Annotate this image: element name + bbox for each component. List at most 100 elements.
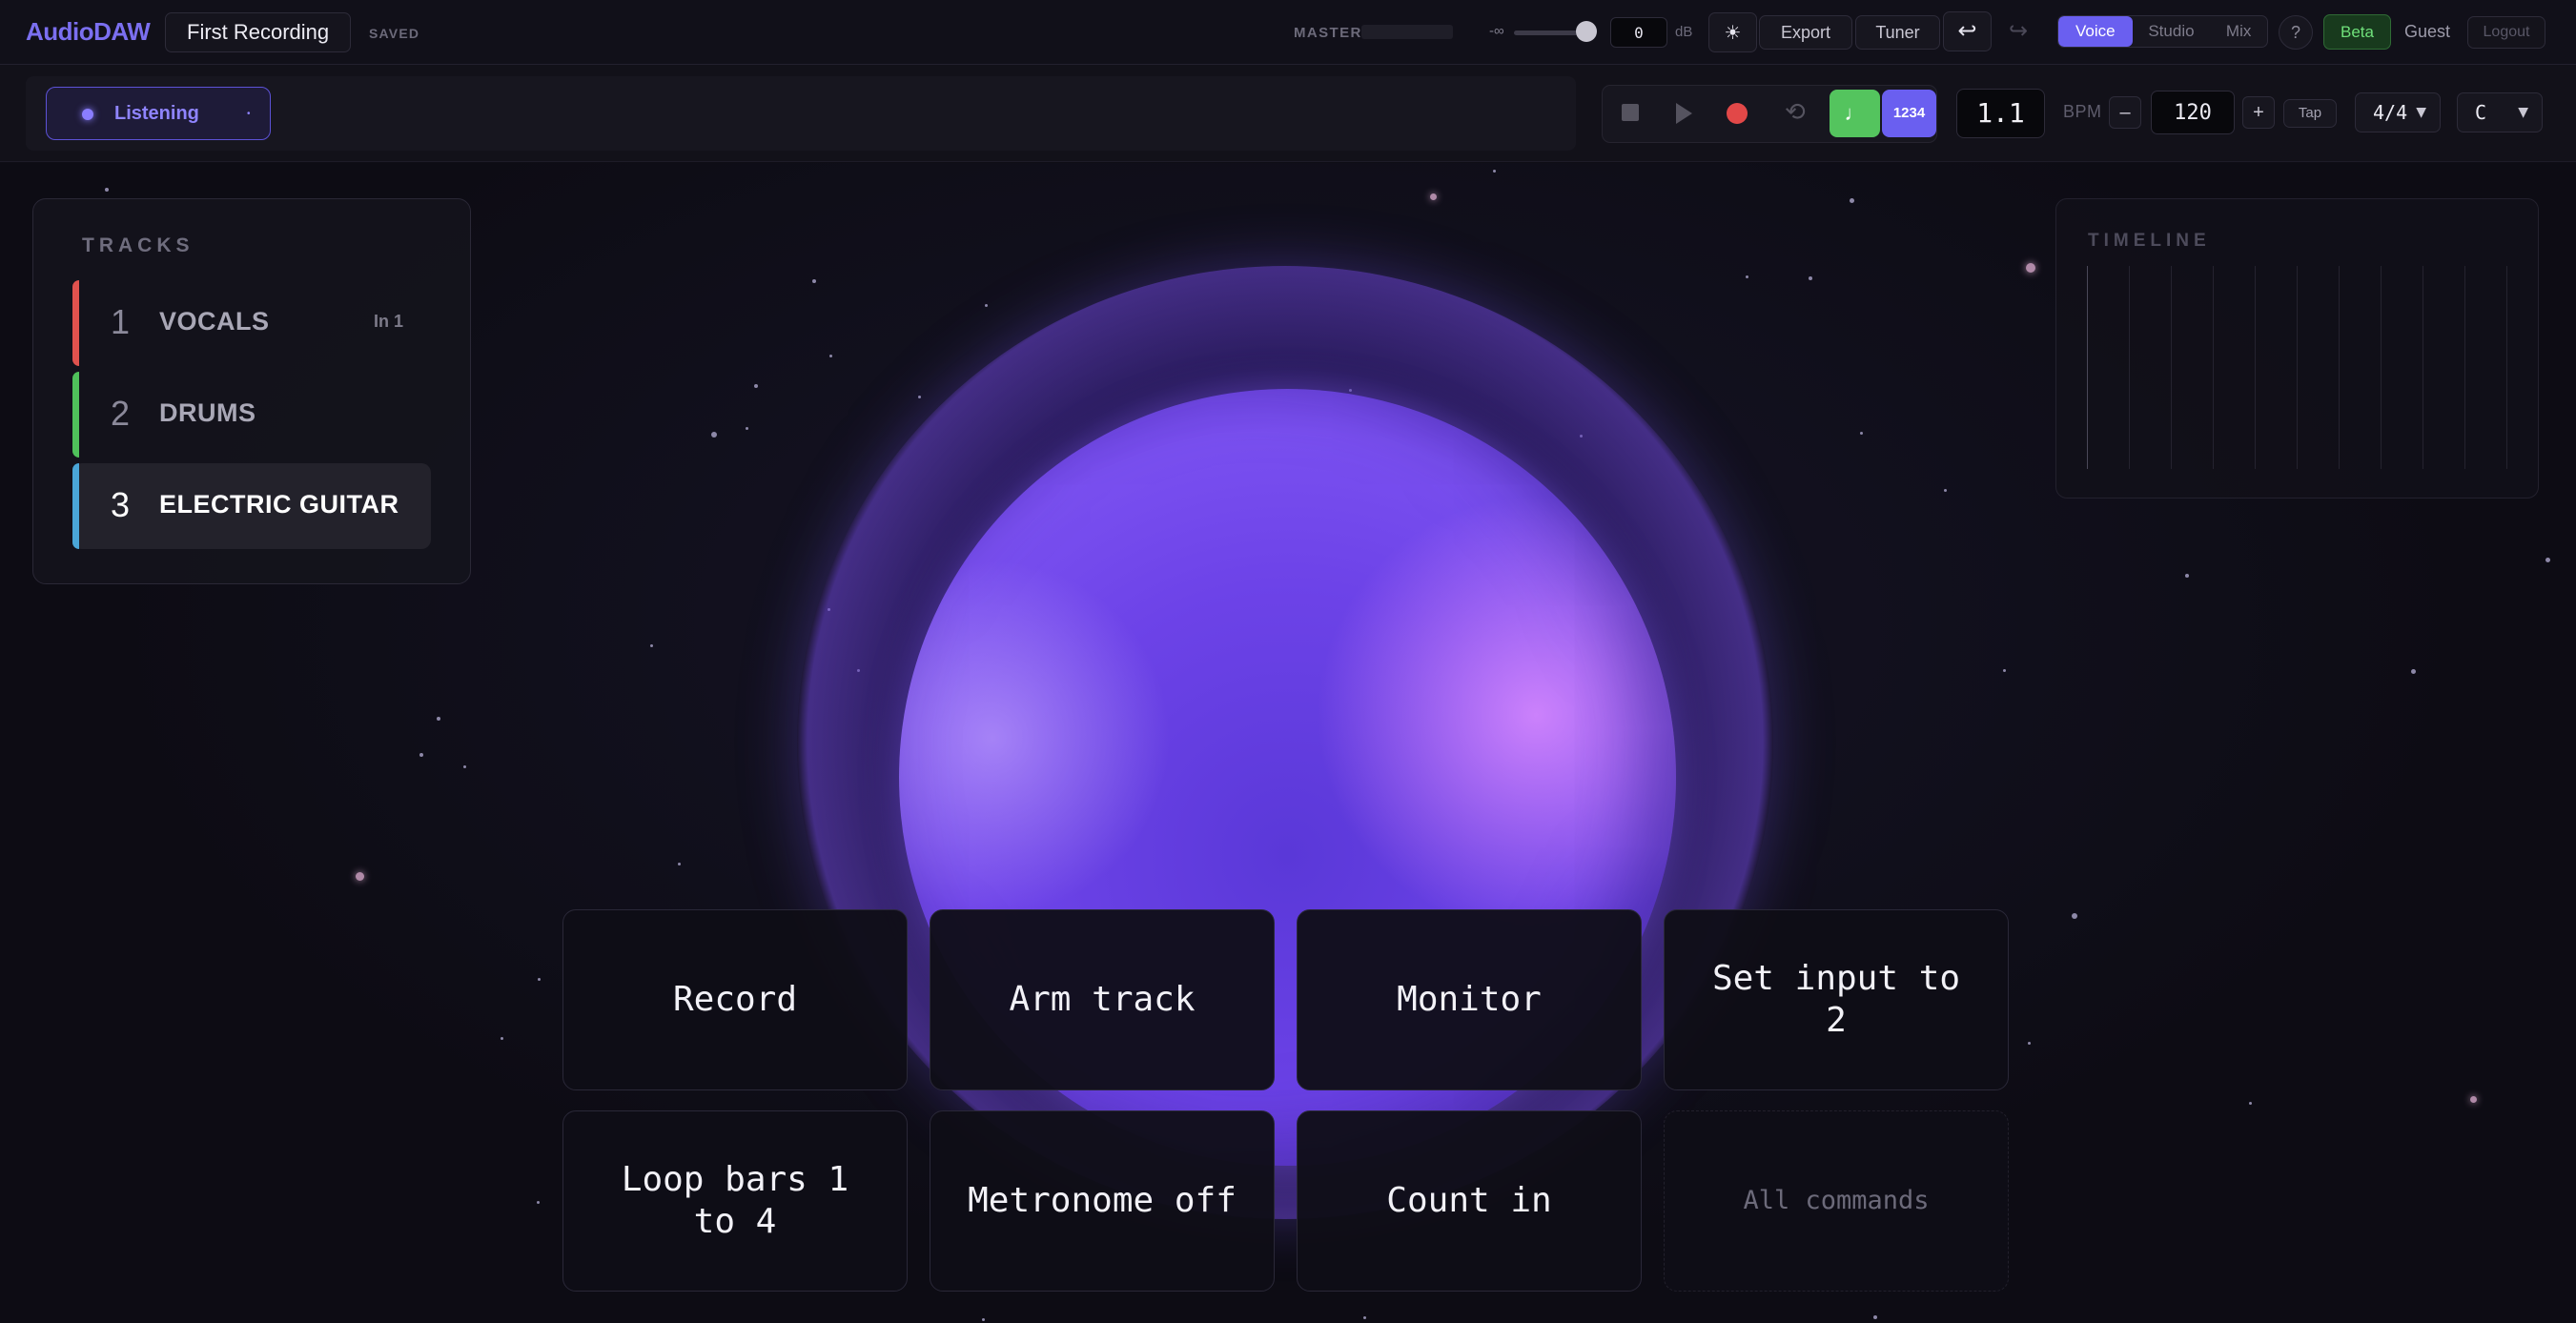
chevron-down-icon: ▼ [2518,105,2528,120]
position-display[interactable]: 1.1 [1956,89,2045,138]
timeline-panel[interactable]: TIMELINE [2055,198,2539,499]
bpm-increase-button[interactable]: + [2242,96,2275,129]
timeline-bar-line [2171,266,2172,469]
star-decoration [829,355,832,357]
star-decoration [1860,432,1863,435]
loop-button[interactable]: ⟲ [1785,97,1806,127]
command-record[interactable]: Record [562,909,908,1090]
record-button[interactable] [1727,103,1748,124]
command-set-input[interactable]: Set input to 2 [1664,909,2009,1090]
listening-activity-icon: • [247,109,251,119]
timeline-bar-line [2213,266,2214,469]
metronome-icon: ♩ [1844,101,1866,125]
master-level-meter [1361,25,1453,39]
star-decoration [2028,1042,2031,1045]
volume-min-label: -∞ [1489,23,1504,39]
sun-icon: ☀ [1724,23,1742,44]
star-decoration [2185,574,2189,578]
mode-tab-mix[interactable]: Mix [2210,16,2267,47]
star-decoration [754,384,758,388]
command-count-in[interactable]: Count in [1297,1110,1642,1292]
star-decoration [678,863,681,865]
top-bar: AudioDAW First Recording SAVED MASTER -∞… [0,0,2576,65]
track-row-drums[interactable]: 2 DRUMS [72,372,431,458]
track-row-vocals[interactable]: 1 VOCALS In 1 [72,280,431,366]
loop-icon: ⟲ [1785,97,1806,126]
timeline-playhead[interactable] [2087,266,2088,469]
star-decoration [746,427,748,430]
star-decoration [711,432,717,438]
track-color-bar [72,463,79,549]
tracks-title: TRACKS [82,234,194,256]
project-title-field[interactable]: First Recording [165,12,352,52]
save-status: SAVED [369,26,420,41]
theme-toggle-button[interactable]: ☀ [1708,12,1757,52]
time-signature-select[interactable]: 4/4 ▼ [2355,92,2441,132]
master-volume-handle[interactable] [1576,21,1597,42]
star-decoration [356,872,364,881]
track-number: 3 [111,485,131,524]
mode-tab-voice[interactable]: Voice [2058,16,2133,47]
tracks-panel: TRACKS 1 VOCALS In 1 2 DRUMS 3 ELECTRIC … [32,198,471,584]
star-decoration [537,1201,540,1204]
timeline-bar-line [2297,266,2298,469]
star-decoration [2411,669,2416,674]
bpm-decrease-button[interactable]: – [2109,96,2141,129]
tuner-button[interactable]: Tuner [1855,15,1940,50]
star-decoration [2249,1102,2252,1105]
track-row-electric-guitar[interactable]: 3 ELECTRIC GUITAR [72,463,431,549]
command-arm-track[interactable]: Arm track [930,909,1275,1090]
command-loop-bars[interactable]: Loop bars 1 to 4 [562,1110,908,1292]
track-number: 1 [111,302,131,341]
track-number: 2 [111,394,131,433]
listening-indicator[interactable]: Listening • [46,87,271,140]
star-decoration [985,304,988,307]
logout-button[interactable]: Logout [2467,16,2545,49]
star-decoration [2072,913,2077,919]
star-decoration [1746,275,1748,278]
track-input-label: In 1 [373,312,403,331]
brand-logo[interactable]: AudioDAW [26,17,151,47]
listening-label: Listening [114,103,199,124]
star-decoration [538,978,541,981]
star-decoration [812,279,816,283]
master-db-input[interactable] [1610,17,1667,48]
stop-button[interactable] [1622,104,1639,121]
star-decoration [463,765,466,768]
track-color-bar [72,280,79,366]
command-monitor[interactable]: Monitor [1297,909,1642,1090]
mode-tab-studio[interactable]: Studio [2133,16,2211,47]
count-in-button[interactable]: 1234 [1882,90,1936,137]
command-metronome-off[interactable]: Metronome off [930,1110,1275,1292]
star-decoration [501,1037,503,1040]
undo-icon: ↩ [1957,18,1977,44]
help-button[interactable]: ? [2279,15,2313,50]
undo-button[interactable]: ↩ [1943,11,1992,51]
tap-tempo-button[interactable]: Tap [2283,99,2337,128]
bpm-label: BPM [2063,102,2102,121]
star-decoration [650,644,653,647]
track-color-bar [72,372,79,458]
star-decoration [2026,263,2035,273]
track-name: DRUMS [159,398,256,427]
metronome-button[interactable]: ♩ [1830,90,1880,137]
beta-badge[interactable]: Beta [2323,14,2391,50]
timeline-bar-line [2464,266,2465,469]
star-decoration [1944,489,1947,492]
star-decoration [918,396,921,398]
star-decoration [1809,276,1812,280]
key-select[interactable]: C ▼ [2457,92,2543,132]
track-name: ELECTRIC GUITAR [159,490,399,519]
redo-icon: ↪ [2008,18,2029,44]
timeline-bar-line [2506,266,2507,469]
export-button[interactable]: Export [1759,15,1852,50]
star-decoration [1493,170,1496,173]
bpm-input[interactable] [2151,91,2235,134]
timeline-bar-line [2339,266,2340,469]
play-button[interactable] [1676,103,1692,124]
star-decoration [1363,1316,1366,1319]
redo-button[interactable]: ↪ [1996,11,2040,51]
mode-switcher: Voice Studio Mix [2057,15,2268,48]
star-decoration [419,753,423,757]
command-all-commands[interactable]: All commands [1664,1110,2009,1292]
